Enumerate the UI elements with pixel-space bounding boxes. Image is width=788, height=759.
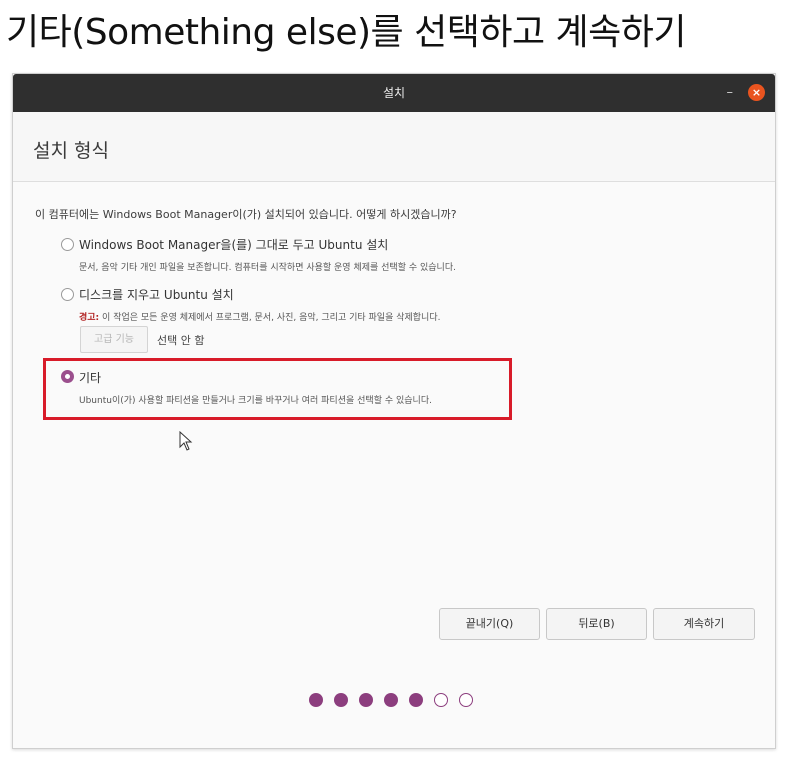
minimize-icon[interactable]: – bbox=[727, 74, 734, 112]
warning-label: 경고: bbox=[79, 313, 100, 323]
option-erase-disk[interactable]: 디스크를 지우고 Ubuntu 설치 경고: 이 작업은 모든 운영 체제에서 … bbox=[61, 286, 521, 326]
option-keep-windows[interactable]: Windows Boot Manager을(를) 그대로 두고 Ubuntu 설… bbox=[61, 236, 521, 276]
quit-button[interactable]: 끝내기(Q) bbox=[439, 608, 540, 640]
installer-window: 설치 – × 설치 형식 이 컴퓨터에는 Windows Boot Manage… bbox=[12, 73, 776, 749]
radio-erase-disk[interactable] bbox=[61, 288, 74, 301]
page-heading: 기타(Something else)를 선택하고 계속하기 bbox=[6, 12, 687, 53]
page-title: 설치 형식 bbox=[33, 140, 109, 162]
close-icon[interactable]: × bbox=[748, 84, 765, 101]
step-dot bbox=[384, 693, 398, 707]
step-dot bbox=[409, 693, 423, 707]
step-dot bbox=[309, 693, 323, 707]
install-question: 이 컴퓨터에는 Windows Boot Manager이(가) 설치되어 있습… bbox=[35, 208, 457, 221]
window-title: 설치 bbox=[382, 86, 406, 100]
warning-text: 이 작업은 모든 운영 체제에서 프로그램, 문서, 사진, 음악, 그리고 기… bbox=[102, 313, 441, 323]
advanced-features-status: 선택 안 함 bbox=[157, 334, 205, 347]
highlight-box bbox=[43, 358, 512, 420]
continue-button[interactable]: 계속하기 bbox=[653, 608, 755, 640]
page-header: 설치 형식 bbox=[13, 112, 775, 182]
option-erase-disk-description: 경고: 이 작업은 모든 운영 체제에서 프로그램, 문서, 사진, 음악, 그… bbox=[79, 310, 440, 323]
option-erase-disk-label: 디스크를 지우고 Ubuntu 설치 bbox=[79, 288, 234, 302]
window-titlebar: 설치 – × bbox=[13, 74, 775, 112]
step-dot bbox=[434, 693, 448, 707]
step-dot bbox=[334, 693, 348, 707]
option-keep-windows-label: Windows Boot Manager을(를) 그대로 두고 Ubuntu 설… bbox=[79, 238, 389, 252]
back-button[interactable]: 뒤로(B) bbox=[546, 608, 647, 640]
advanced-features-button[interactable]: 고급 기능 bbox=[80, 326, 148, 353]
option-keep-windows-description: 문서, 음악 기타 개인 파일을 보존합니다. 컴퓨터를 시작하면 사용할 운영… bbox=[79, 263, 456, 273]
step-dot bbox=[459, 693, 473, 707]
step-dot bbox=[359, 693, 373, 707]
radio-keep-windows[interactable] bbox=[61, 238, 74, 251]
mouse-cursor-icon bbox=[179, 431, 193, 451]
